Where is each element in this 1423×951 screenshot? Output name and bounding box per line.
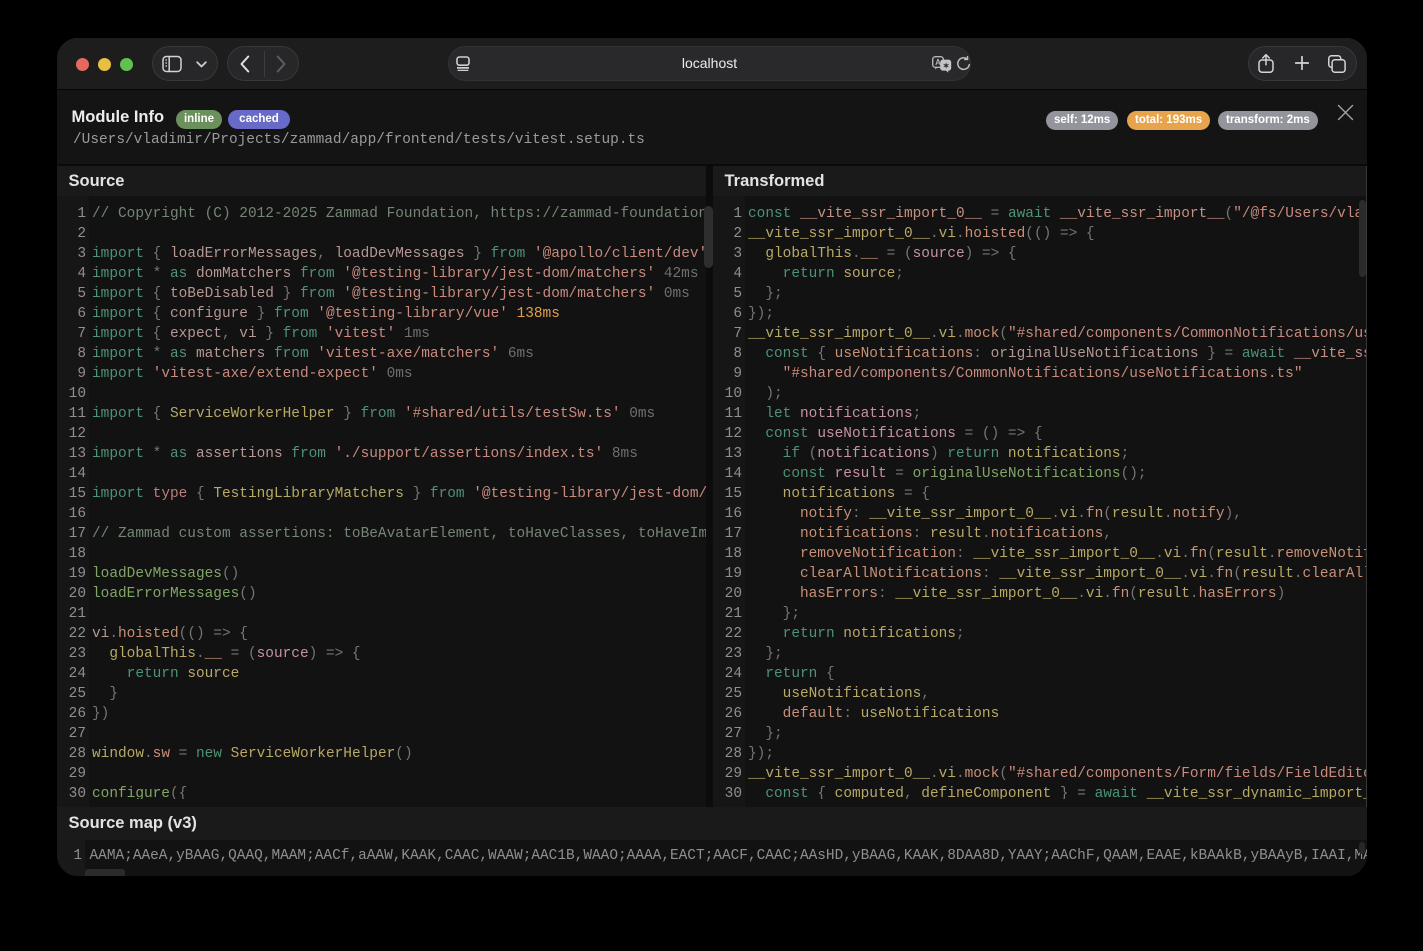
svg-text:A: A bbox=[935, 58, 941, 67]
svg-text:✶: ✶ bbox=[943, 61, 950, 70]
